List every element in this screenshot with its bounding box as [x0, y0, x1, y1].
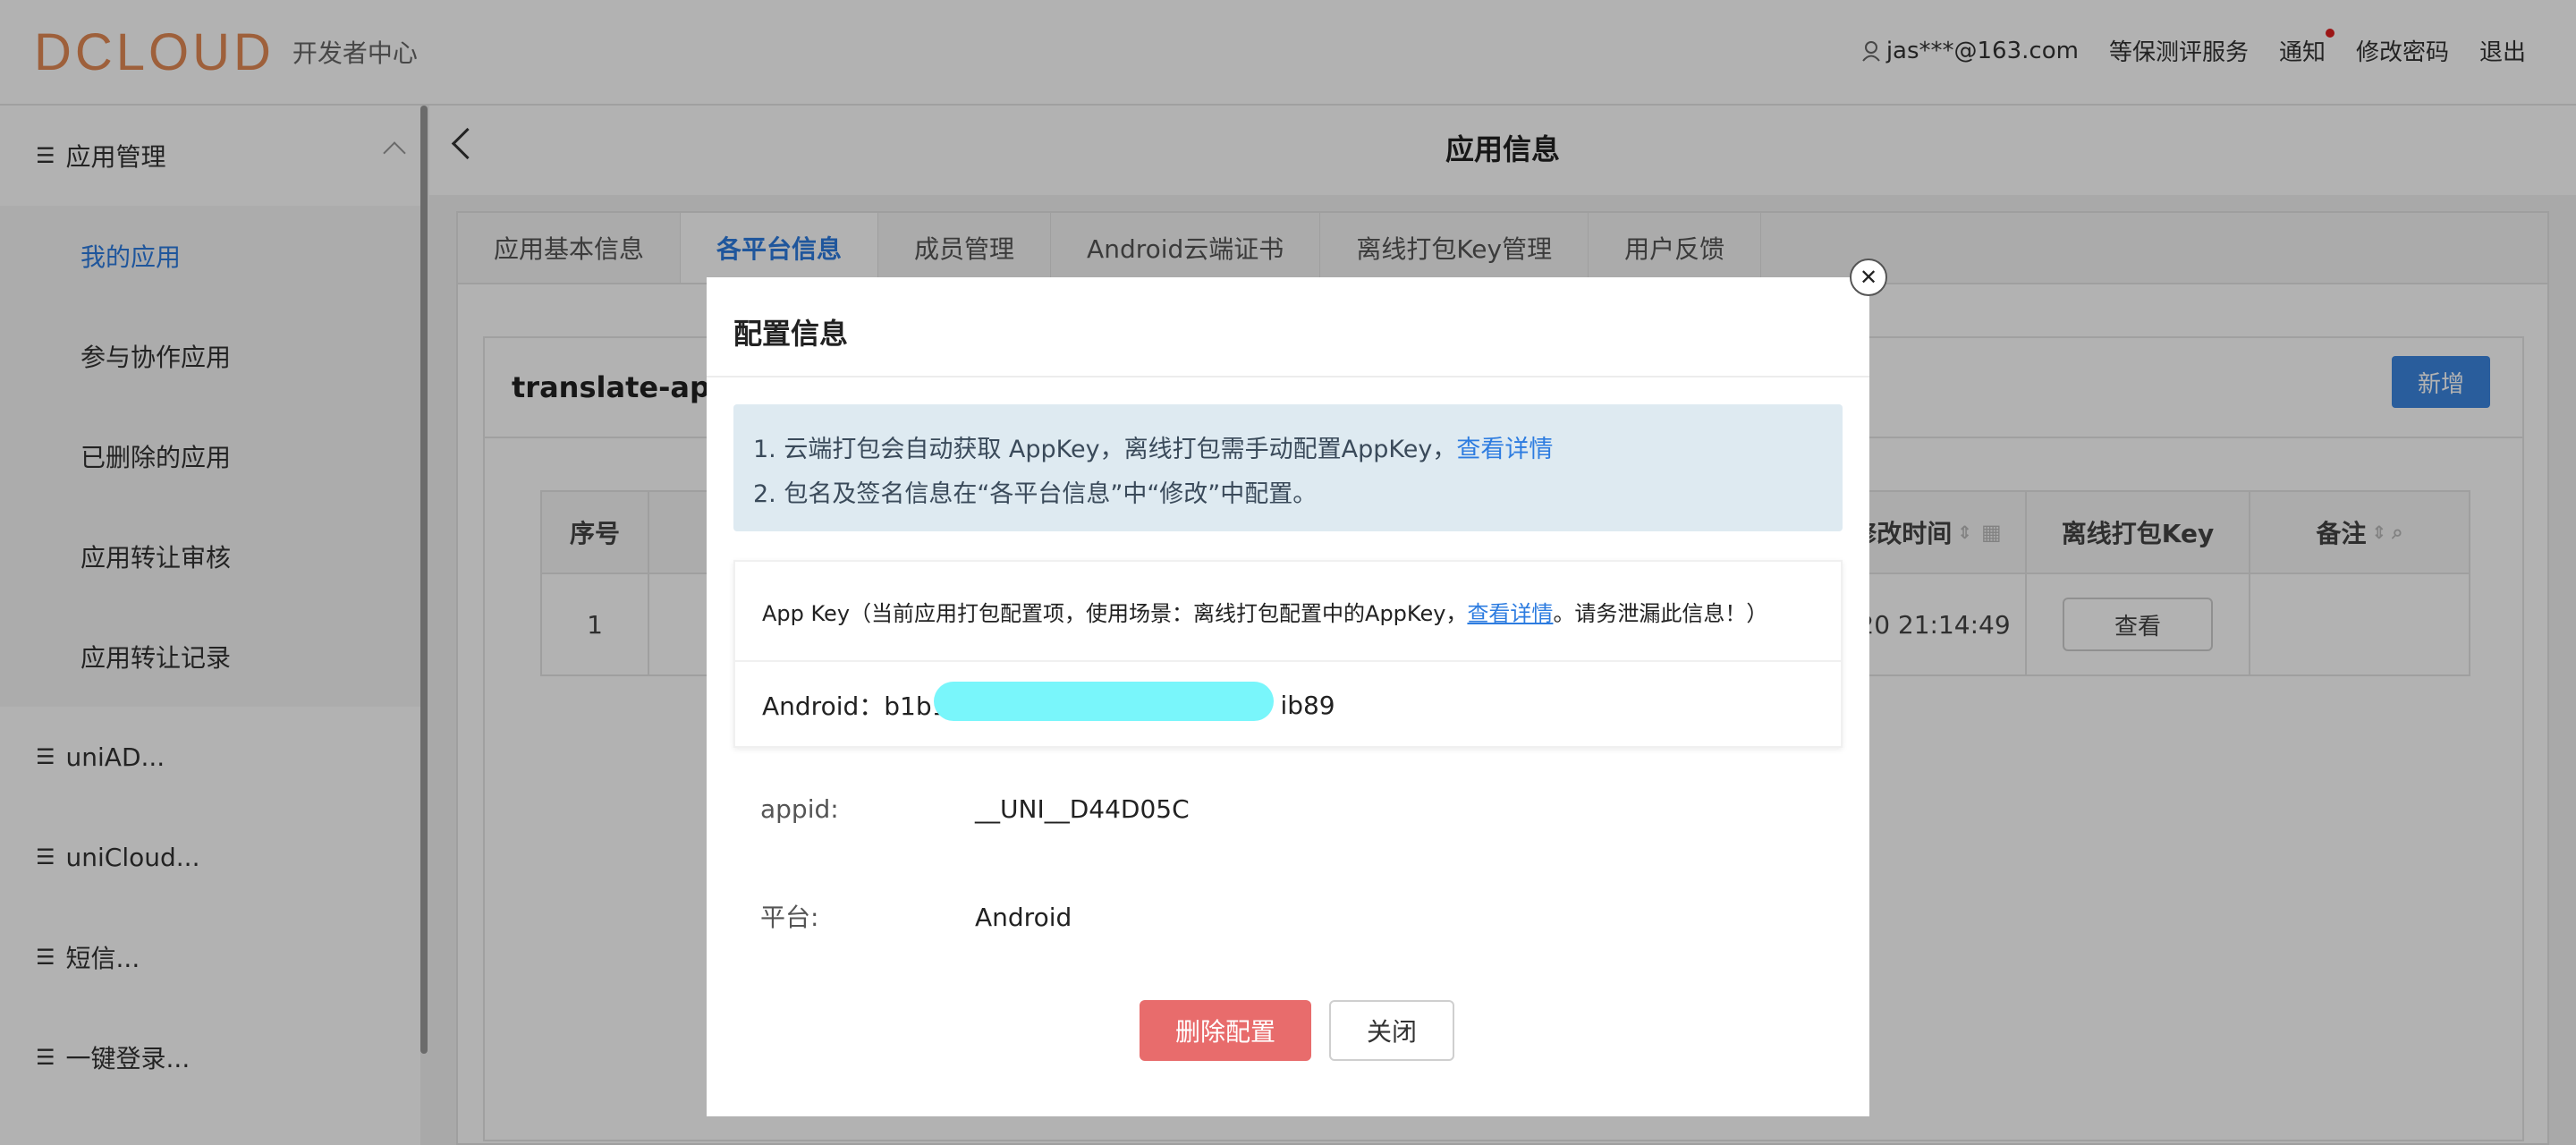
dialog-title: 配置信息	[733, 317, 849, 351]
dialog-divider	[707, 376, 1869, 377]
android-appkey-value: Android：b1b1 ib89	[735, 662, 1841, 748]
tip-1-text: 1. 云端打包会自动获取 AppKey，离线打包需手动配置AppKey，	[753, 436, 1457, 463]
close-icon[interactable]: ✕	[1850, 259, 1887, 296]
tip-details-link[interactable]: 查看详情	[1456, 436, 1553, 463]
appid-label: appid:	[760, 794, 839, 824]
tip-line-2: 2. 包名及签名信息在“各平台信息”中“修改”中配置。	[753, 480, 1318, 508]
appid-value: __UNI__D44D05C	[975, 794, 1190, 824]
platform-value: Android	[975, 903, 1072, 932]
platform-row: 平台: Android	[760, 898, 1072, 934]
info-tips-box: 1. 云端打包会自动获取 AppKey，离线打包需手动配置AppKey，查看详情…	[733, 404, 1843, 531]
redaction-mark	[934, 682, 1274, 721]
android-appkey-prefix: Android：b1b1	[762, 691, 948, 721]
close-button[interactable]: 关闭	[1329, 1000, 1454, 1061]
appkey-card: App Key（当前应用打包配置项，使用场景：离线打包配置中的AppKey， 查看…	[733, 560, 1843, 748]
appid-row: appid: __UNI__D44D05C	[760, 794, 1190, 824]
appkey-details-link[interactable]: 查看详情	[1467, 596, 1553, 627]
tip-line-1: 1. 云端打包会自动获取 AppKey，离线打包需手动配置AppKey，查看详情	[753, 428, 1823, 472]
delete-config-button[interactable]: 删除配置	[1140, 1000, 1311, 1061]
appkey-header: App Key（当前应用打包配置项，使用场景：离线打包配置中的AppKey， 查看…	[735, 562, 1841, 662]
appkey-warning: 。请务泄漏此信息！）	[1553, 600, 1768, 626]
config-info-dialog: 配置信息 1. 云端打包会自动获取 AppKey，离线打包需手动配置AppKey…	[707, 277, 1869, 1116]
appkey-desc: App Key（当前应用打包配置项，使用场景：离线打包配置中的AppKey，	[762, 600, 1468, 626]
platform-label: 平台:	[760, 903, 819, 932]
android-appkey-suffix: ib89	[1280, 690, 1335, 720]
